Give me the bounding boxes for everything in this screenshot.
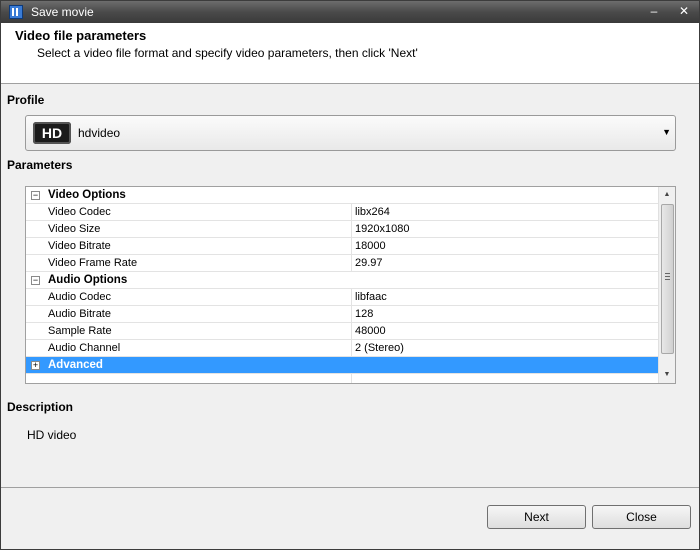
- property-name: Audio Bitrate: [48, 308, 111, 320]
- scrollbar-thumb[interactable]: [661, 204, 674, 354]
- hd-icon: HD: [33, 122, 71, 144]
- property-name: Sample Rate: [48, 325, 112, 337]
- wizard-header: Video file parameters Select a video fil…: [1, 23, 699, 84]
- category-row[interactable]: + Advanced: [26, 357, 659, 374]
- property-row[interactable]: Video Size 1920x1080: [26, 221, 659, 238]
- property-name: Video Options: [48, 189, 126, 201]
- property-name: Video Size: [48, 223, 101, 235]
- property-name: Video Codec: [48, 206, 111, 218]
- page-title: Video file parameters: [15, 28, 147, 43]
- empty-row: [26, 374, 659, 383]
- profile-label: Profile: [7, 93, 45, 107]
- minimize-button[interactable]: –: [643, 2, 665, 21]
- property-value[interactable]: libx264: [355, 206, 390, 218]
- property-value[interactable]: 18000: [355, 240, 386, 252]
- property-row[interactable]: Video Codec libx264: [26, 204, 659, 221]
- property-value[interactable]: 48000: [355, 325, 386, 337]
- property-value[interactable]: 29.97: [355, 257, 383, 269]
- film-icon: [9, 5, 23, 19]
- parameters-label: Parameters: [7, 158, 73, 172]
- title-bar[interactable]: Save movie – ✕: [1, 1, 699, 23]
- property-row[interactable]: Audio Channel 2 (Stereo): [26, 340, 659, 357]
- property-name: Video Frame Rate: [48, 257, 138, 269]
- property-row[interactable]: Sample Rate 48000: [26, 323, 659, 340]
- page-subtitle: Select a video file format and specify v…: [37, 46, 418, 60]
- scroll-up-icon[interactable]: ▲: [659, 187, 675, 203]
- close-window-button[interactable]: ✕: [673, 2, 695, 21]
- vertical-scrollbar[interactable]: ▲ ▼: [658, 187, 675, 383]
- collapse-icon[interactable]: −: [31, 276, 40, 285]
- property-row[interactable]: Video Bitrate 18000: [26, 238, 659, 255]
- description-text: HD video: [27, 428, 77, 442]
- collapse-icon[interactable]: −: [31, 191, 40, 200]
- property-value[interactable]: 1920x1080: [355, 223, 409, 235]
- profile-dropdown[interactable]: HD hdvideo ▼: [25, 115, 676, 151]
- footer-divider: [1, 487, 699, 488]
- window-title: Save movie: [31, 5, 94, 19]
- description-label: Description: [7, 400, 74, 414]
- category-row[interactable]: − Video Options: [26, 187, 659, 204]
- property-name: Advanced: [48, 359, 103, 371]
- save-movie-window: Save movie – ✕ Video file parameters Sel…: [0, 0, 700, 550]
- next-button[interactable]: Next: [487, 505, 586, 529]
- chevron-down-icon[interactable]: ▼: [662, 127, 671, 137]
- close-button[interactable]: Close: [592, 505, 691, 529]
- category-row[interactable]: − Audio Options: [26, 272, 659, 289]
- scroll-down-icon[interactable]: ▼: [659, 367, 675, 383]
- property-row[interactable]: Video Frame Rate 29.97: [26, 255, 659, 272]
- property-name: Audio Options: [48, 274, 128, 286]
- property-name: Audio Channel: [48, 342, 121, 354]
- profile-value: hdvideo: [78, 126, 121, 140]
- property-value[interactable]: 128: [355, 308, 373, 320]
- parameters-grid: + Advanced Audio Channel 2 (Stereo) Sample R…: [25, 186, 676, 384]
- property-name: Audio Codec: [48, 291, 111, 303]
- property-value[interactable]: 2 (Stereo): [355, 342, 404, 354]
- property-row[interactable]: Audio Codec libfaac: [26, 289, 659, 306]
- property-name: Video Bitrate: [48, 240, 111, 252]
- expand-icon[interactable]: +: [31, 361, 40, 370]
- property-value[interactable]: libfaac: [355, 291, 387, 303]
- property-row[interactable]: Audio Bitrate 128: [26, 306, 659, 323]
